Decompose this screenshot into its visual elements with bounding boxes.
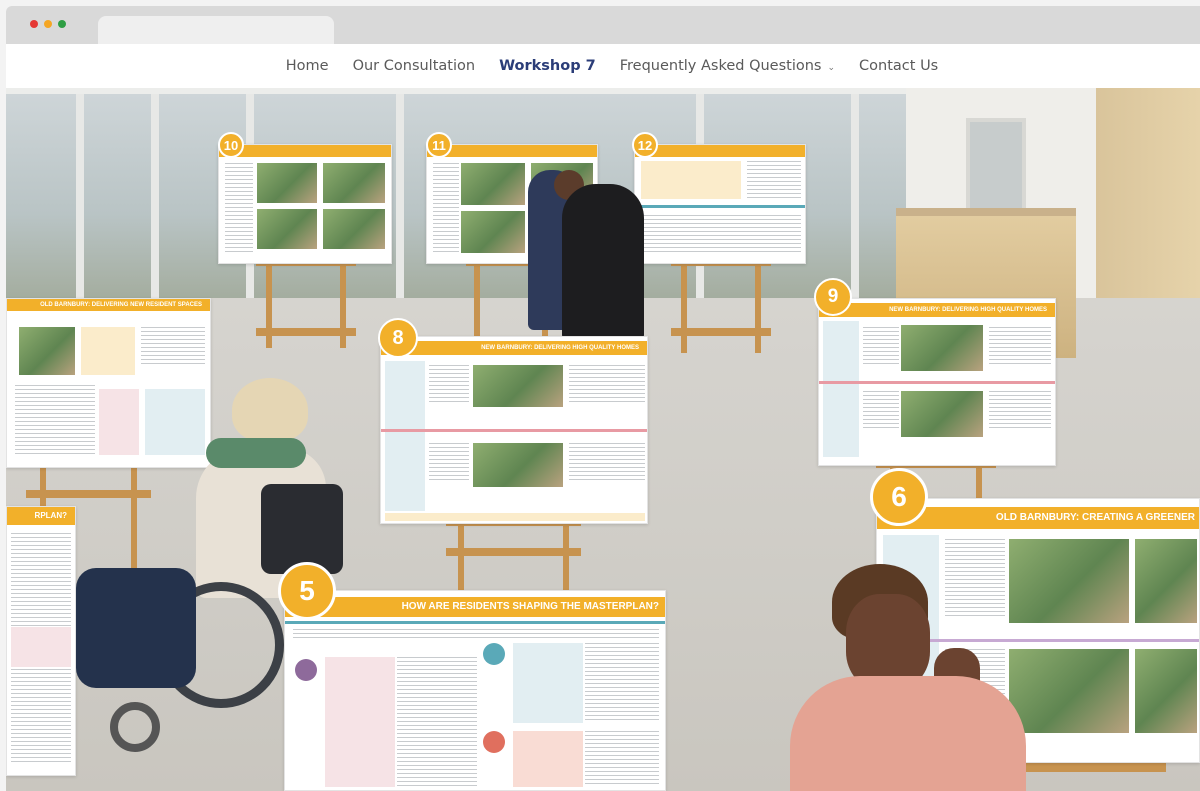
board-11-title (427, 145, 597, 157)
minimize-dot-icon[interactable] (44, 20, 52, 28)
board-10-number: 10 (218, 132, 244, 158)
board-5-title: HOW ARE RESIDENTS SHAPING THE MASTERPLAN… (285, 597, 665, 617)
board-left-upper: OLD BARNBURY: DELIVERING NEW RESIDENT SP… (6, 298, 211, 468)
board-10 (218, 144, 392, 264)
browser-chrome (6, 6, 1200, 44)
ceiling-beam (6, 88, 906, 94)
board-left-upper-title: OLD BARNBURY: DELIVERING NEW RESIDENT SP… (7, 299, 210, 311)
window-mullion (396, 88, 404, 298)
board-left-lower-title: RPLAN? (7, 507, 75, 525)
nav-faq-label: Frequently Asked Questions (619, 58, 822, 74)
board-6-number: 6 (870, 468, 928, 526)
browser-tab[interactable] (98, 16, 334, 44)
board-12-number: 12 (632, 132, 658, 158)
nav-faq[interactable]: Frequently Asked Questions ⌄ (620, 58, 835, 74)
wheelchair-back (261, 484, 343, 574)
board-6-title: OLD BARNBURY: CREATING A GREENER (877, 507, 1199, 529)
woman-scarf (206, 438, 306, 468)
browser-window: Home Our Consultation Workshop 7 Frequen… (6, 6, 1200, 791)
window-mullion (851, 88, 859, 298)
wall-window (966, 118, 1026, 213)
window-mullion (76, 88, 84, 298)
board-5: HOW ARE RESIDENTS SHAPING THE MASTERPLAN… (284, 590, 666, 791)
board-9-number: 9 (814, 278, 852, 316)
board-10-title (219, 145, 391, 157)
nav-home[interactable]: Home (286, 58, 329, 74)
board-5-number: 5 (278, 562, 336, 620)
site-nav: Home Our Consultation Workshop 7 Frequen… (6, 44, 1200, 88)
nav-workshop-7[interactable]: Workshop 7 (499, 58, 596, 74)
board-8-title: NEW BARNBURY: DELIVERING HIGH QUALITY HO… (381, 341, 647, 355)
woman-hair (232, 378, 308, 442)
man-sweater (790, 676, 1026, 791)
nav-contact-us[interactable]: Contact Us (859, 58, 938, 74)
maximize-dot-icon[interactable] (58, 20, 66, 28)
board-left-lower: RPLAN? (6, 506, 76, 776)
board-9: NEW BARNBURY: DELIVERING HIGH QUALITY HO… (818, 298, 1056, 466)
board-11-number: 11 (426, 132, 452, 158)
wheelchair-caster (110, 702, 160, 752)
window-controls (30, 20, 66, 28)
easel (671, 258, 771, 353)
board-12 (634, 144, 806, 264)
board-8-number: 8 (378, 318, 418, 358)
chevron-down-icon: ⌄ (827, 63, 836, 73)
easel (256, 258, 356, 348)
easel (446, 518, 581, 598)
wheelchair-frame (76, 568, 196, 688)
hero-image: 10 11 12 OLD BARNBURY: DELIVERING NEW RE… (6, 88, 1200, 791)
board-12-title (635, 145, 805, 157)
close-dot-icon[interactable] (30, 20, 38, 28)
window-mullion (151, 88, 159, 298)
board-8: NEW BARNBURY: DELIVERING HIGH QUALITY HO… (380, 336, 648, 524)
nav-our-consultation[interactable]: Our Consultation (353, 58, 475, 74)
visitor-person-hooded (562, 184, 644, 339)
board-9-title: NEW BARNBURY: DELIVERING HIGH QUALITY HO… (819, 303, 1055, 317)
